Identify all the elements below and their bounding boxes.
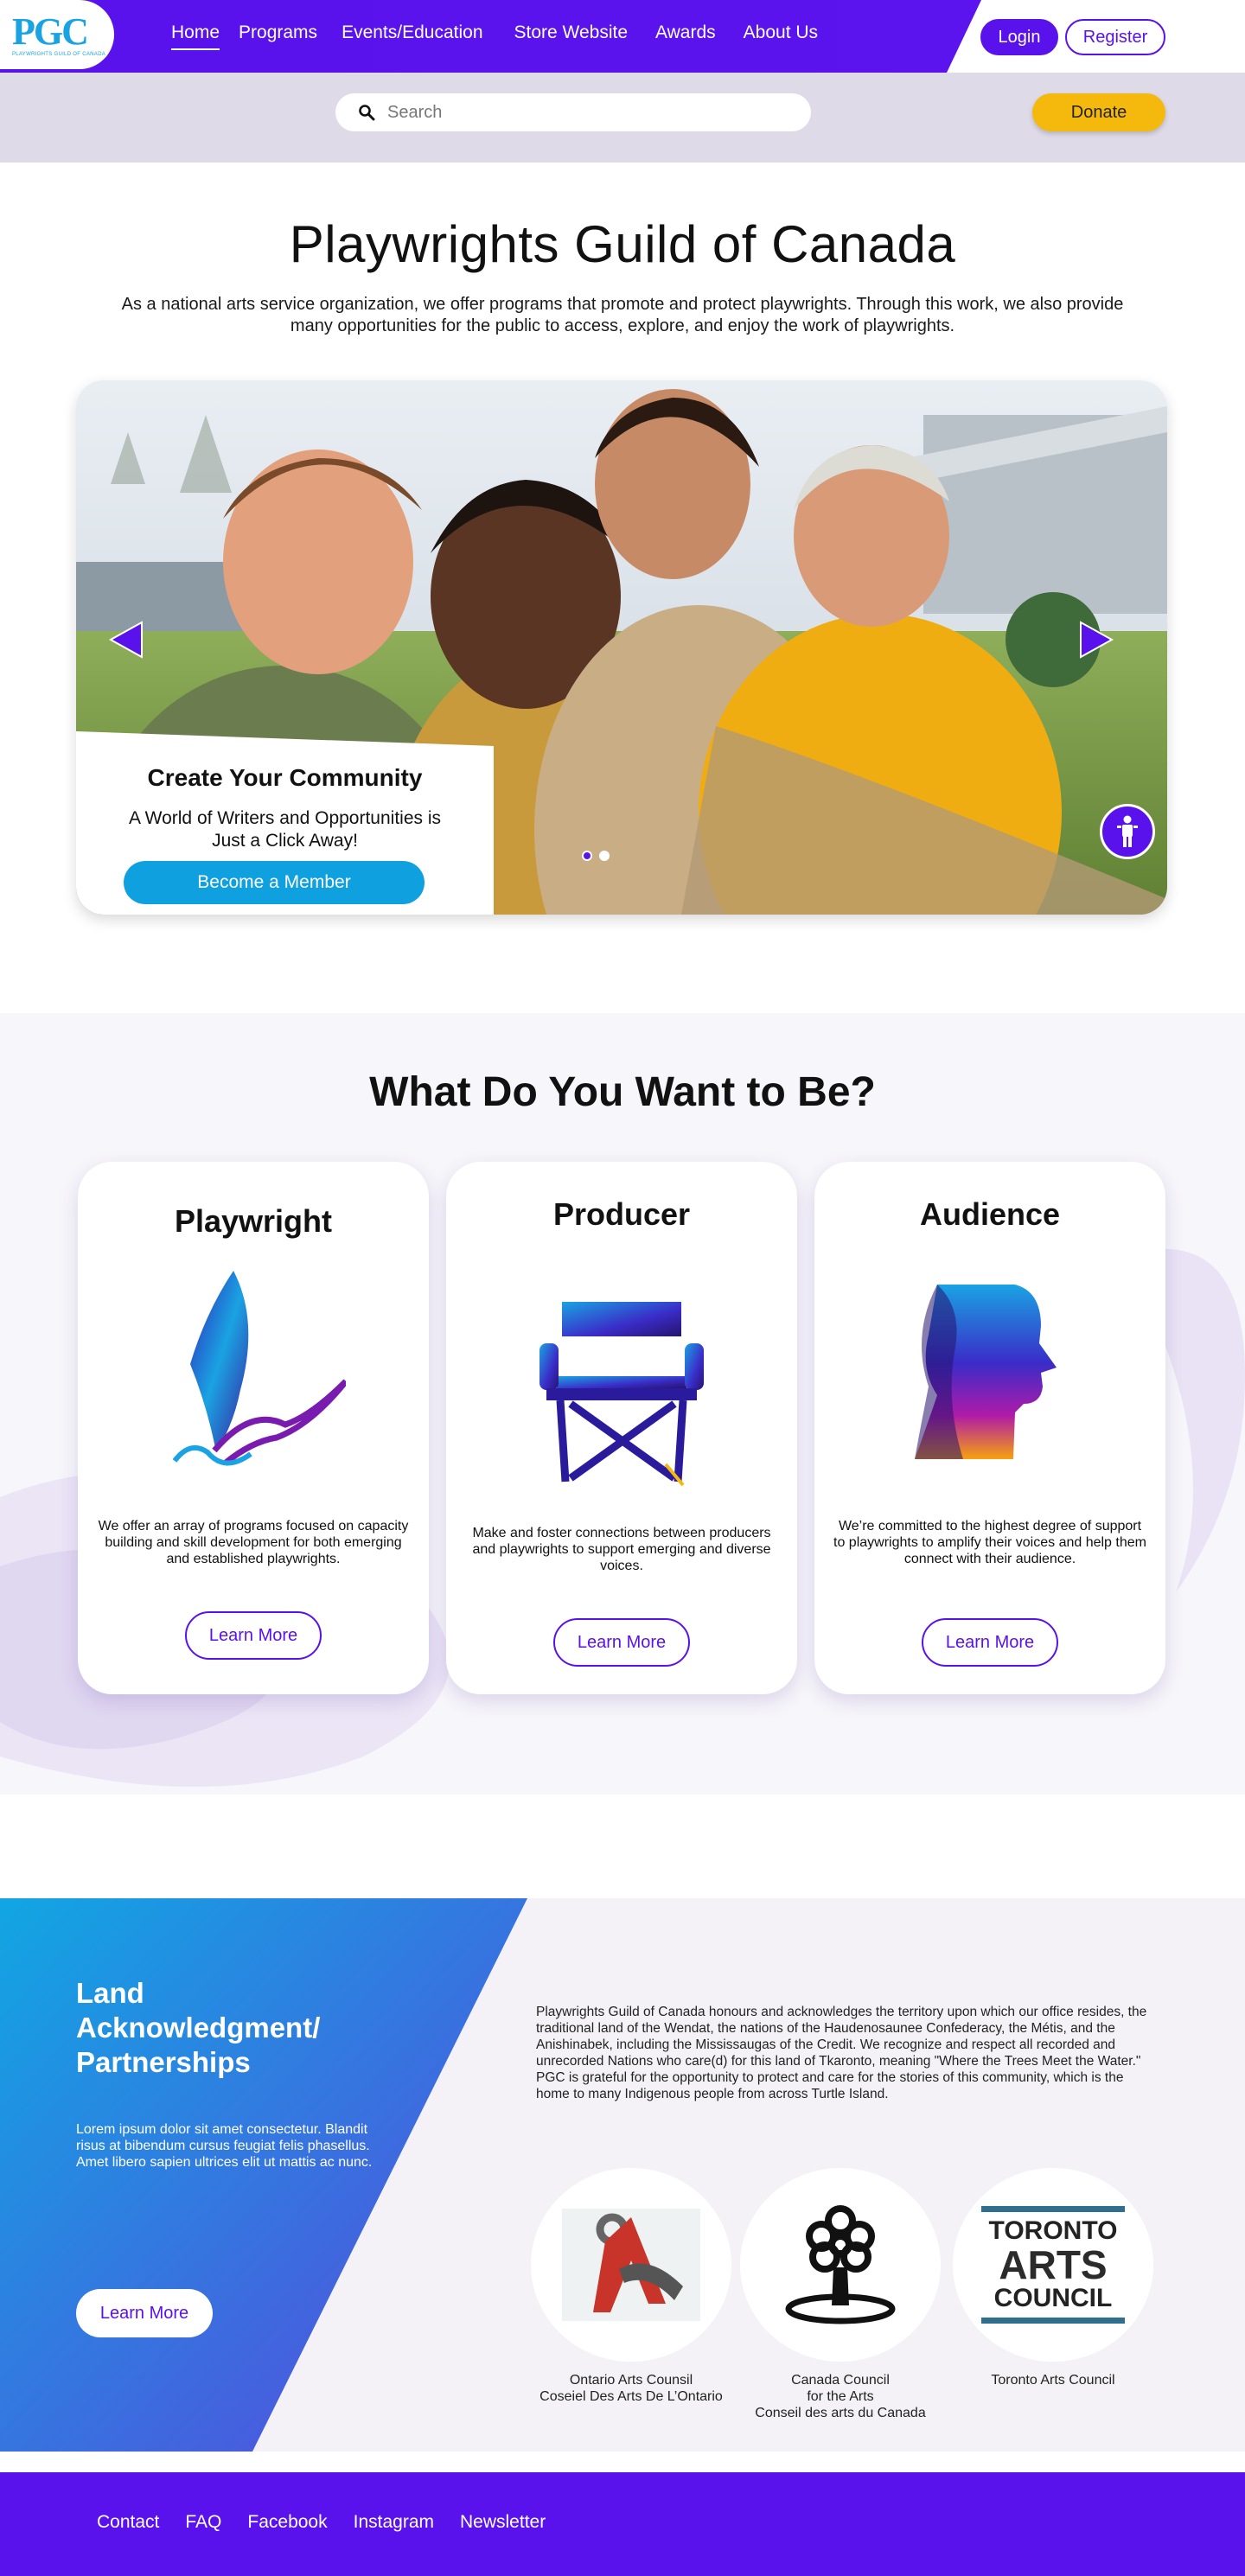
footer-link-facebook[interactable]: Facebook bbox=[247, 2512, 327, 2533]
slide-title: Create Your Community bbox=[147, 764, 423, 791]
logo-subtitle: PLAYWRIGHTS GUILD OF CANADA bbox=[12, 51, 106, 57]
carousel-next-arrow-icon[interactable] bbox=[1079, 621, 1114, 659]
footer-link-faq[interactable]: FAQ bbox=[185, 2512, 221, 2533]
top-nav: PGC PLAYWRIGHTS GUILD OF CANADA Home Pro… bbox=[0, 0, 1245, 73]
carousel-dot-2[interactable] bbox=[599, 851, 610, 861]
audience-card-text: We’re committed to the highest degree of… bbox=[833, 1519, 1146, 1566]
partner-canada-council[interactable]: Canada Council for the Arts Conseil des … bbox=[740, 2168, 941, 2421]
audience-card-title: Audience bbox=[919, 1196, 1061, 1232]
nav-about-us[interactable]: About Us bbox=[744, 22, 818, 43]
land-acknowledgment-text: Playwrights Guild of Canada honours and … bbox=[536, 2005, 1147, 2101]
page-title: Playwrights Guild of Canada bbox=[289, 215, 956, 273]
ontario-arts-council-logo bbox=[531, 2168, 731, 2362]
nav-awards[interactable]: Awards bbox=[655, 22, 716, 43]
main-menu: Home Programs Events/Education Store Web… bbox=[171, 22, 818, 50]
footer-link-contact[interactable]: Contact bbox=[97, 2512, 159, 2533]
footer-link-instagram[interactable]: Instagram bbox=[354, 2512, 434, 2533]
login-button[interactable]: Login bbox=[980, 19, 1058, 55]
land-title: Land Acknowledgment/ Partnerships bbox=[76, 1977, 321, 2078]
tac-logo-line-2: ARTS bbox=[999, 2242, 1108, 2287]
become-member-button[interactable]: Become a Member bbox=[124, 861, 425, 904]
accessibility-button[interactable] bbox=[1100, 804, 1155, 859]
producer-card-title: Producer bbox=[552, 1196, 691, 1232]
audience-card: Audience We’re committed to the highest … bbox=[814, 1162, 1165, 1694]
land-acknowledgment-section: Land Acknowledgment/ Partnerships Lorem … bbox=[0, 1898, 1245, 2452]
audience-learn-more-button[interactable]: Learn More bbox=[922, 1618, 1058, 1667]
land-description: Lorem ipsum dolor sit amet consectetur. … bbox=[76, 2122, 373, 2170]
search-box[interactable] bbox=[335, 93, 811, 131]
logo-mark: PGC bbox=[12, 10, 89, 53]
partner-ontario-arts-council[interactable]: Ontario Arts Counsil Coseiel Des Arts De… bbox=[531, 2168, 731, 2405]
partner-caption: Toronto Arts Council bbox=[991, 2373, 1115, 2388]
directors-chair-icon bbox=[540, 1302, 704, 1487]
nav-programs[interactable]: Programs bbox=[239, 22, 317, 43]
footer-link-newsletter[interactable]: Newsletter bbox=[460, 2512, 546, 2533]
canada-council-logo bbox=[740, 2168, 941, 2362]
tac-logo-line-1: TORONTO bbox=[988, 2216, 1118, 2245]
accessibility-person-icon bbox=[1117, 815, 1138, 847]
carousel-dot-1[interactable] bbox=[582, 851, 592, 861]
footer: Contact FAQ Facebook Instagram Newslette… bbox=[0, 2472, 1245, 2576]
land-learn-more-button[interactable]: Learn More bbox=[76, 2289, 213, 2337]
partner-caption: Ontario Arts Counsil Coseiel Des Arts De… bbox=[540, 2373, 723, 2404]
hero-carousel: Create Your Community A World of Writers… bbox=[76, 380, 1167, 915]
register-button[interactable]: Register bbox=[1065, 19, 1165, 55]
intro-text: As a national arts service organization,… bbox=[121, 295, 1124, 335]
search-strip: Donate bbox=[0, 73, 1245, 163]
donate-button[interactable]: Donate bbox=[1032, 93, 1165, 131]
pgc-logo[interactable]: PGC PLAYWRIGHTS GUILD OF CANADA bbox=[0, 0, 114, 69]
producer-card-text: Make and foster connections between prod… bbox=[472, 1526, 771, 1573]
nav-home[interactable]: Home bbox=[171, 22, 220, 50]
toronto-arts-council-logo: TORONTO ARTS COUNCIL bbox=[953, 2168, 1153, 2362]
slide-subtitle: A World of Writers and Opportunities is … bbox=[128, 808, 442, 851]
producer-learn-more-button[interactable]: Learn More bbox=[553, 1618, 690, 1667]
playwright-card-title: Playwright bbox=[174, 1203, 333, 1239]
search-icon bbox=[359, 105, 375, 121]
carousel-prev-arrow-icon[interactable] bbox=[109, 621, 144, 659]
footer-links: Contact FAQ Facebook Instagram Newslette… bbox=[97, 2512, 546, 2533]
nav-events-education[interactable]: Events/Education bbox=[342, 22, 482, 43]
nav-store-website[interactable]: Store Website bbox=[514, 22, 629, 43]
partner-caption: Canada Council for the Arts Conseil des … bbox=[755, 2373, 926, 2420]
head-profile-icon bbox=[915, 1285, 1057, 1459]
playwright-card-text: We offer an array of programs focused on… bbox=[98, 1519, 409, 1566]
partner-toronto-arts-council[interactable]: TORONTO ARTS COUNCIL Toronto Arts Counci… bbox=[953, 2168, 1153, 2388]
playwright-card: Playwright We offer an array of programs… bbox=[78, 1162, 429, 1694]
tac-logo-line-3: COUNCIL bbox=[993, 2284, 1113, 2312]
playwright-learn-more-button[interactable]: Learn More bbox=[185, 1611, 322, 1660]
roles-title: What Do You Want to Be? bbox=[369, 1069, 876, 1115]
producer-card: Producer Make and foster connections bet… bbox=[446, 1162, 797, 1694]
roles-section: What Do You Want to Be? Playwright We of… bbox=[0, 1013, 1245, 1795]
quill-icon bbox=[173, 1271, 346, 1466]
search-input[interactable] bbox=[387, 102, 785, 123]
